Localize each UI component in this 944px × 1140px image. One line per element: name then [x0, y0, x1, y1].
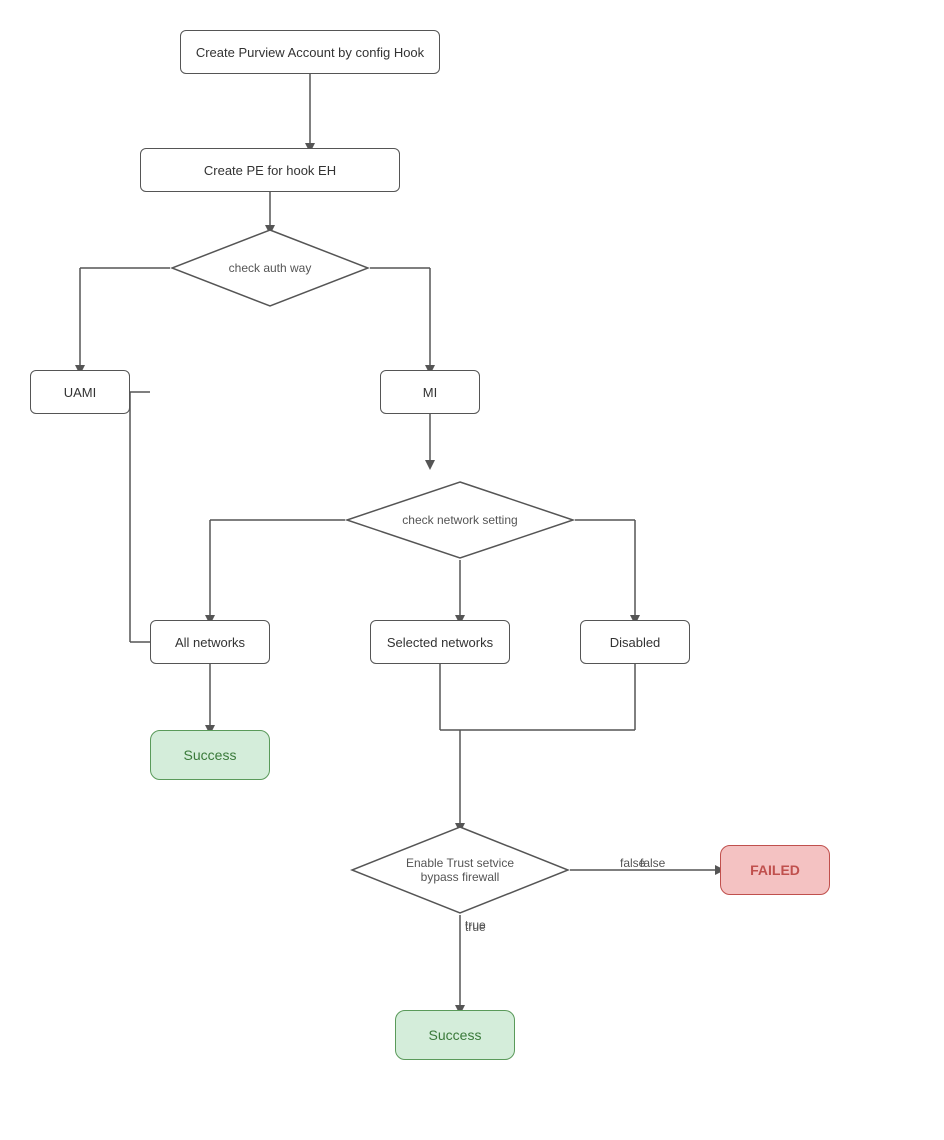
check-auth-diamond: check auth way — [170, 228, 370, 308]
selected-networks-node: Selected networks — [370, 620, 510, 664]
disabled-node: Disabled — [580, 620, 690, 664]
uami-node: UAMI — [30, 370, 130, 414]
true-arrow-label: true — [465, 920, 486, 934]
enable-trust-diamond: Enable Trust setvice bypass firewall — [350, 825, 570, 915]
create-purview-node: Create Purview Account by config Hook — [180, 30, 440, 74]
create-pe-node: Create PE for hook EH — [140, 148, 400, 192]
check-network-diamond: check network setting — [345, 480, 575, 560]
mi-node: MI — [380, 370, 480, 414]
success1-node: Success — [150, 730, 270, 780]
flowchart-diagram: false true Create Purview Account by con… — [0, 0, 944, 1140]
failed-node: FAILED — [720, 845, 830, 895]
success2-node: Success — [395, 1010, 515, 1060]
false-arrow-label: false — [640, 856, 665, 870]
all-networks-node: All networks — [150, 620, 270, 664]
